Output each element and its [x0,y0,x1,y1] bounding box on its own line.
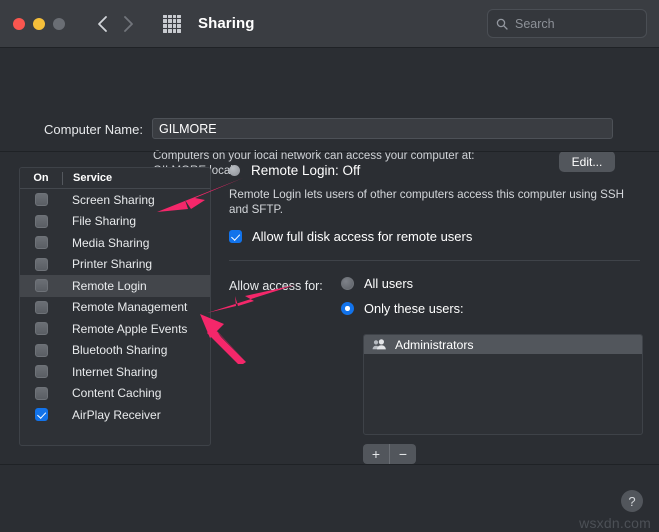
service-checkbox[interactable] [34,300,48,314]
service-status-text: Remote Login: Off [251,163,361,178]
full-disk-access-checkbox[interactable] [229,230,242,243]
navigation-buttons [91,11,139,37]
remove-user-button[interactable]: − [390,444,416,464]
service-checkbox[interactable] [34,257,48,271]
service-checkbox-cell [20,300,62,314]
add-remove-button-group[interactable]: + − [363,444,416,464]
service-name-label: Content Caching [72,386,162,401]
add-user-button[interactable]: + [363,444,389,464]
table-row[interactable]: Remote Apple Events [20,318,210,340]
service-name-label: Remote Login [72,278,147,293]
table-row[interactable]: Screen Sharing [20,189,210,211]
service-name-label: Internet Sharing [72,364,158,379]
allow-access-block: Allow access for: All users Only these u… [229,276,643,464]
service-checkbox-cell [20,408,62,422]
radio-only-these-users-label: Only these users: [364,301,464,316]
table-row[interactable]: File Sharing [20,211,210,233]
computer-name-input[interactable]: GILMORE [152,118,613,139]
service-name-label: AirPlay Receiver [72,407,161,422]
window-toolbar: Sharing Search [0,0,659,48]
service-name-label: File Sharing [72,214,137,229]
service-name-label: Remote Management [72,300,188,315]
service-checkbox-cell [20,214,62,228]
full-disk-access-row[interactable]: Allow full disk access for remote users [229,229,643,244]
watermark-text: wsxdn.com [579,515,651,531]
service-detail-panel: Remote Login: Off Remote Login lets user… [229,163,643,464]
radio-all-users-button[interactable] [341,277,354,290]
radio-only-these-users-button[interactable] [341,302,354,315]
page-title: Sharing [198,15,255,32]
service-checkbox-cell [20,322,62,336]
back-button[interactable] [91,11,113,37]
column-header-service: Service [73,172,113,184]
service-checkbox-cell [20,257,62,271]
section-divider-top [0,151,659,152]
service-checkbox[interactable] [34,193,48,207]
detail-divider [229,260,640,261]
service-checkbox[interactable] [34,408,48,422]
group-icon [372,339,386,350]
service-name-label: Screen Sharing [72,192,155,207]
radio-only-these-users[interactable]: Only these users: [341,301,643,316]
service-checkbox-cell [20,193,62,207]
service-checkbox[interactable] [34,322,48,336]
service-rows-container: Screen Sharing File Sharing Media Sharing P… [20,189,210,426]
service-checkbox-cell [20,386,62,400]
service-name-label: Media Sharing [72,235,150,250]
service-name-label: Remote Apple Events [72,321,188,336]
list-item[interactable]: Administrators [364,335,642,354]
show-all-grid-icon[interactable] [163,14,181,33]
full-disk-access-label: Allow full disk access for remote users [252,229,473,244]
service-checkbox[interactable] [34,343,48,357]
table-row[interactable]: Internet Sharing [20,361,210,383]
column-header-on: On [33,172,49,184]
list-item-label: Administrators [395,337,474,352]
service-checkbox[interactable] [34,279,48,293]
search-input[interactable]: Search [487,9,647,38]
radio-all-users-label: All users [364,276,414,291]
service-checkbox[interactable] [34,236,48,250]
service-list-header: On Service [20,168,210,189]
section-divider-bottom [0,464,659,465]
service-checkbox[interactable] [34,365,48,379]
service-checkbox[interactable] [34,214,48,228]
help-button[interactable]: ? [621,490,643,512]
service-checkbox-cell [20,343,62,357]
computer-name-section: Computer Name: GILMORE Computers on your… [0,48,659,177]
allowed-users-list[interactable]: Administrators [363,334,643,435]
traffic-light-group [13,17,65,30]
table-row[interactable]: Bluetooth Sharing [20,340,210,362]
table-row[interactable]: Media Sharing [20,232,210,254]
service-checkbox-cell [20,365,62,379]
service-name-label: Printer Sharing [72,257,153,272]
table-row[interactable]: Content Caching [20,383,210,405]
allow-access-label: Allow access for: [229,279,323,293]
table-row[interactable]: AirPlay Receiver [20,404,210,426]
service-status-row: Remote Login: Off [229,163,643,178]
service-description: Remote Login lets users of other compute… [229,188,625,216]
radio-all-users[interactable]: All users [341,276,643,291]
search-placeholder: Search [515,16,555,31]
table-row[interactable]: Printer Sharing [20,254,210,276]
zoom-button[interactable] [53,17,65,30]
computer-name-label: Computer Name: [44,122,143,137]
status-indicator-icon [229,165,240,176]
table-row[interactable]: Remote Login [20,275,210,297]
search-icon [496,18,508,30]
minimize-button[interactable] [33,17,45,30]
sharing-preferences-window: Sharing Search Computer Name: GILMORE Co… [0,0,659,532]
close-button[interactable] [13,17,25,30]
service-name-label: Bluetooth Sharing [72,343,168,358]
service-checkbox[interactable] [34,386,48,400]
table-row[interactable]: Remote Management [20,297,210,319]
service-checkbox-cell [20,236,62,250]
service-list[interactable]: On Service Screen Sharing File Sharing Med… [19,167,211,446]
forward-button[interactable] [117,11,139,37]
service-checkbox-cell [20,279,62,293]
